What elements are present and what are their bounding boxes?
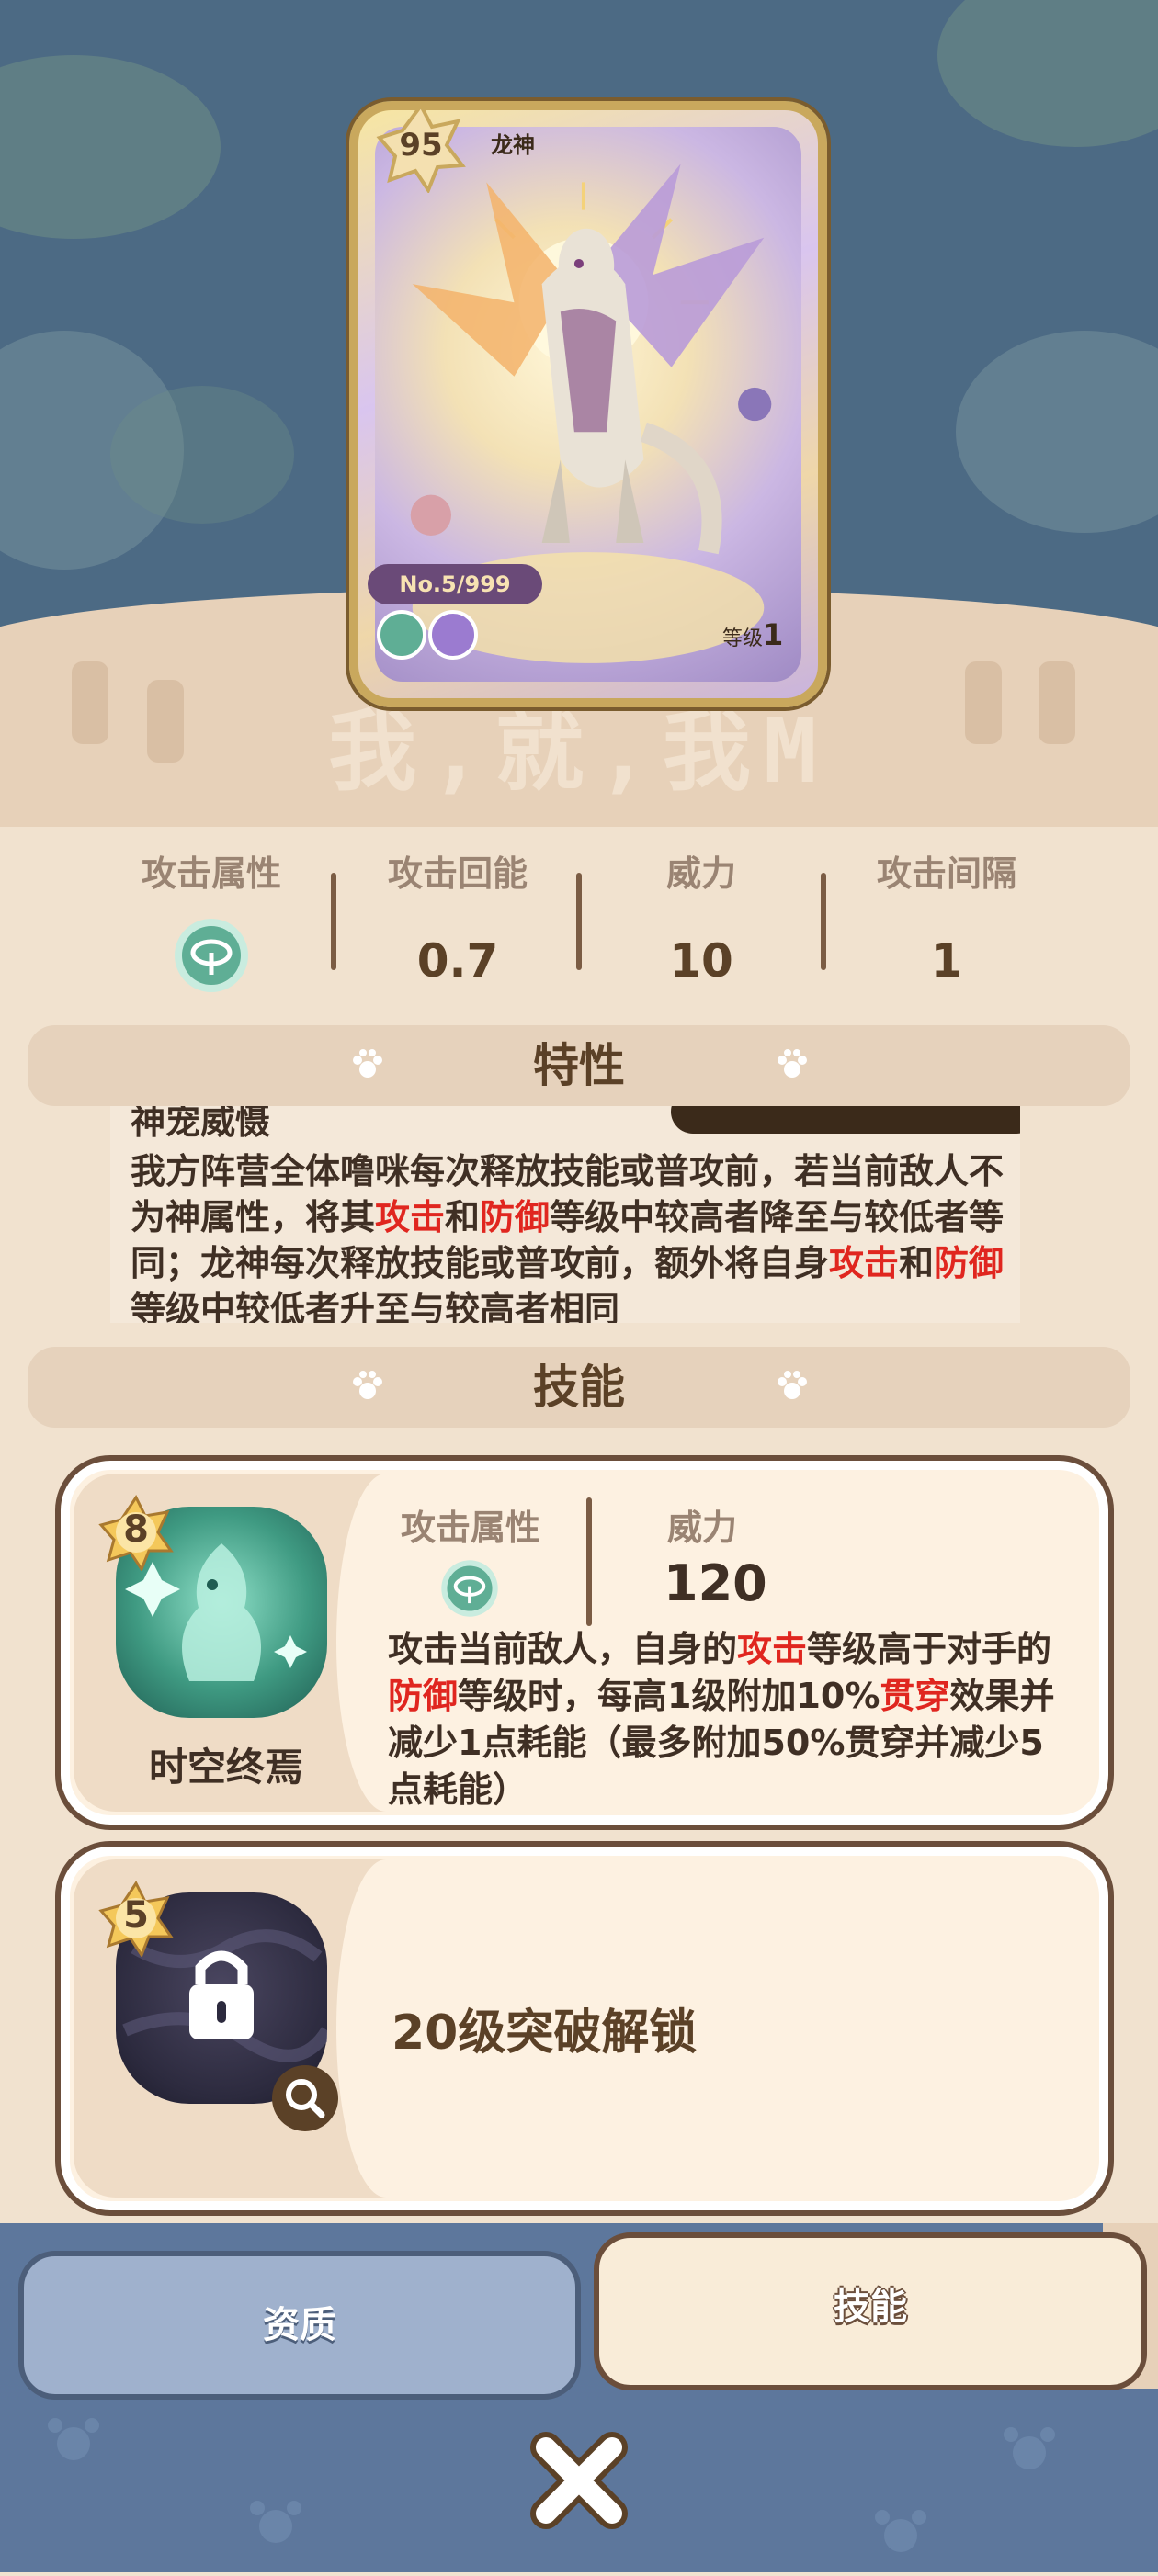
skill-name: 时空终焉 [148, 1745, 303, 1790]
card-level: 95 [399, 127, 443, 164]
energy-cost-badge: 5 [97, 1880, 175, 1959]
trait-description-box[interactable]: 神宠威慑 我方阵营全体噜咪每次释放技能或普攻前，若当前敌人不为神属性，将其攻击和… [110, 1102, 1020, 1323]
stat-energy-regen: 攻击回能 0.7 [347, 845, 568, 988]
trait-name: 神宠威慑 [131, 1102, 271, 1142]
stat-value: 10 [669, 934, 733, 988]
wind-element-icon [441, 1560, 498, 1617]
skill-desc-highlight: 防御 [388, 1676, 459, 1716]
trait-text-part: 等级中较低者升至与较高者相同 [131, 1289, 620, 1323]
peg [147, 680, 184, 763]
skill-description: 攻击当前敌人，自身的攻击等级高于对手的防御等级时，每高1级附加10%贯穿效果并减… [388, 1626, 1068, 1813]
peg [72, 661, 108, 744]
wind-element-icon [377, 610, 426, 660]
skill-desc-part: 等级时，每高1级附加10% [458, 1676, 880, 1716]
paw-icon [778, 1371, 807, 1399]
skill-attr-label: 攻击属性 [401, 1508, 541, 1548]
stat-label: 攻击属性 [141, 853, 281, 894]
skill-divider [586, 1497, 592, 1626]
stat-divider [576, 873, 582, 970]
energy-cost: 8 [123, 1508, 149, 1551]
peg [965, 661, 1002, 744]
skills-section-header: 技能 [28, 1347, 1130, 1428]
energy-cost-badge: 8 [97, 1494, 175, 1573]
skill-desc-part: 等级高于对手的 [807, 1629, 1052, 1669]
tab-aptitude[interactable]: 资质 [18, 2251, 581, 2400]
close-icon[interactable] [524, 2425, 634, 2536]
section-title: 技能 [533, 1361, 625, 1414]
trait-text-highlight: 攻击 [829, 1243, 900, 1283]
trait-tag [671, 1102, 1020, 1134]
paw-icon [778, 1049, 807, 1078]
peg [1039, 661, 1075, 744]
stat-value: 0.7 [416, 934, 499, 988]
trait-text-highlight: 防御 [480, 1197, 551, 1237]
stat-divider [821, 873, 826, 970]
tab-skills[interactable]: 技能 [594, 2232, 1147, 2390]
skill-card-1[interactable]: 8 时空终焉 攻击属性 威力 120 攻击当前敌人，自身的攻击等级高于对手的防御… [55, 1455, 1114, 1830]
trait-section-header: 特性 [28, 1025, 1130, 1106]
skill-power-label: 威力 [667, 1508, 738, 1548]
stat-divider [331, 873, 336, 970]
card-name: 龙神 [491, 132, 535, 158]
stat-label: 威力 [665, 853, 736, 894]
skill-desc-part: 攻击当前敌人，自身的 [388, 1629, 738, 1669]
divine-element-icon [428, 610, 478, 660]
trait-text-highlight: 防御 [934, 1243, 1005, 1283]
energy-cost: 5 [123, 1894, 149, 1937]
stat-label: 攻击回能 [387, 853, 528, 894]
trait-text-highlight: 攻击 [375, 1197, 446, 1237]
stat-power: 威力 10 [591, 845, 812, 988]
magnifier-icon[interactable] [270, 2063, 340, 2133]
stat-attack-interval: 攻击间隔 1 [836, 845, 1057, 988]
grade-value: 1 [763, 617, 784, 652]
card-grade: 等级1 [722, 617, 783, 652]
unlock-requirement: 20级突破解锁 [392, 2005, 698, 2061]
skill-desc-highlight: 攻击 [737, 1629, 808, 1669]
stat-label: 攻击间隔 [876, 853, 1016, 894]
trait-text-part: 和 [899, 1243, 935, 1283]
level-badge: 95 [375, 101, 467, 195]
stat-value: 1 [930, 934, 963, 988]
skill-card-2-locked[interactable]: 5 20级突破解锁 [55, 1841, 1114, 2216]
grade-label: 等级 [722, 627, 764, 650]
wind-element-icon [175, 919, 248, 992]
trait-text: 我方阵营全体噜咪每次释放技能或普攻前，若当前敌人不为神属性，将其攻击和防御等级中… [131, 1148, 1011, 1323]
skill-power-value: 120 [664, 1554, 767, 1612]
card-number: No.5/999 [368, 564, 542, 604]
section-title: 特性 [533, 1039, 625, 1092]
skill-desc-highlight: 贯穿 [880, 1676, 950, 1716]
stat-attack-attribute: 攻击属性 [101, 845, 322, 999]
trait-text-part: 和 [445, 1197, 481, 1237]
